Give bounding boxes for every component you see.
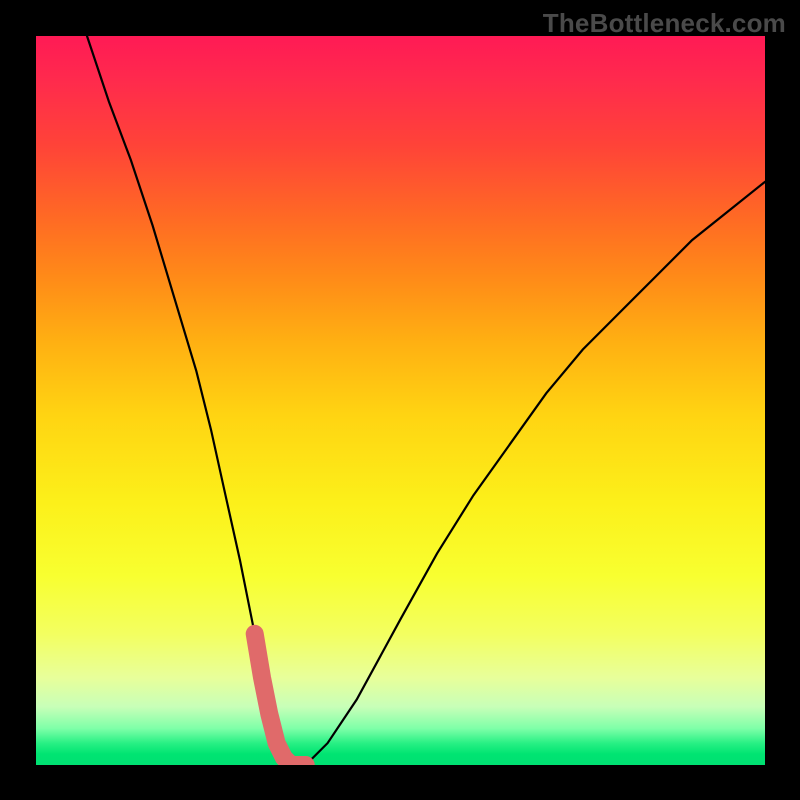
curve-layer — [36, 36, 765, 765]
chart-frame: TheBottleneck.com — [0, 0, 800, 800]
watermark-text: TheBottleneck.com — [543, 8, 786, 39]
valley-marker-icon — [255, 634, 306, 765]
bottleneck-curve — [87, 36, 765, 765]
plot-area — [36, 36, 765, 765]
